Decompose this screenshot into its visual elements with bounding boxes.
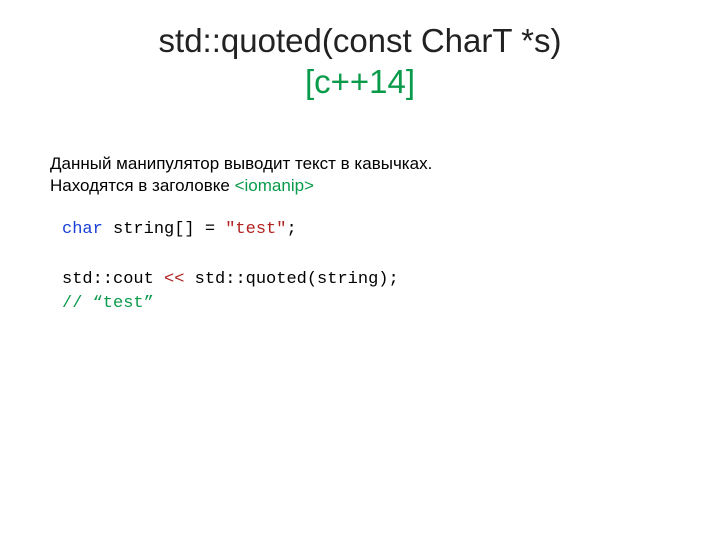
code-call: std::quoted(string); (184, 270, 398, 289)
code-cout: std::cout (62, 270, 164, 289)
code-keyword-char: char (62, 220, 103, 239)
slide-title: std::quoted(const CharT *s) [c++14] (50, 20, 670, 103)
code-semicolon: ; (286, 220, 296, 239)
desc-line1: Данный манипулятор выводит текст в кавыч… (50, 154, 432, 173)
code-operator: << (164, 270, 184, 289)
code-comment: // “test” (62, 294, 154, 313)
title-standard: [c++14] (305, 63, 415, 100)
title-main: std::quoted(const CharT *s) (159, 22, 562, 59)
code-block: char string[] = "test"; std::cout << std… (50, 218, 670, 317)
slide-body: Данный манипулятор выводит текст в кавыч… (50, 153, 670, 317)
code-decl-rest: string[] = (103, 220, 225, 239)
slide: std::quoted(const CharT *s) [c++14] Данн… (0, 0, 720, 540)
description: Данный манипулятор выводит текст в кавыч… (50, 153, 670, 199)
desc-line2-prefix: Находятся в заголовке (50, 176, 235, 195)
code-string-literal: "test" (225, 220, 286, 239)
desc-header: <iomanip> (235, 176, 314, 195)
